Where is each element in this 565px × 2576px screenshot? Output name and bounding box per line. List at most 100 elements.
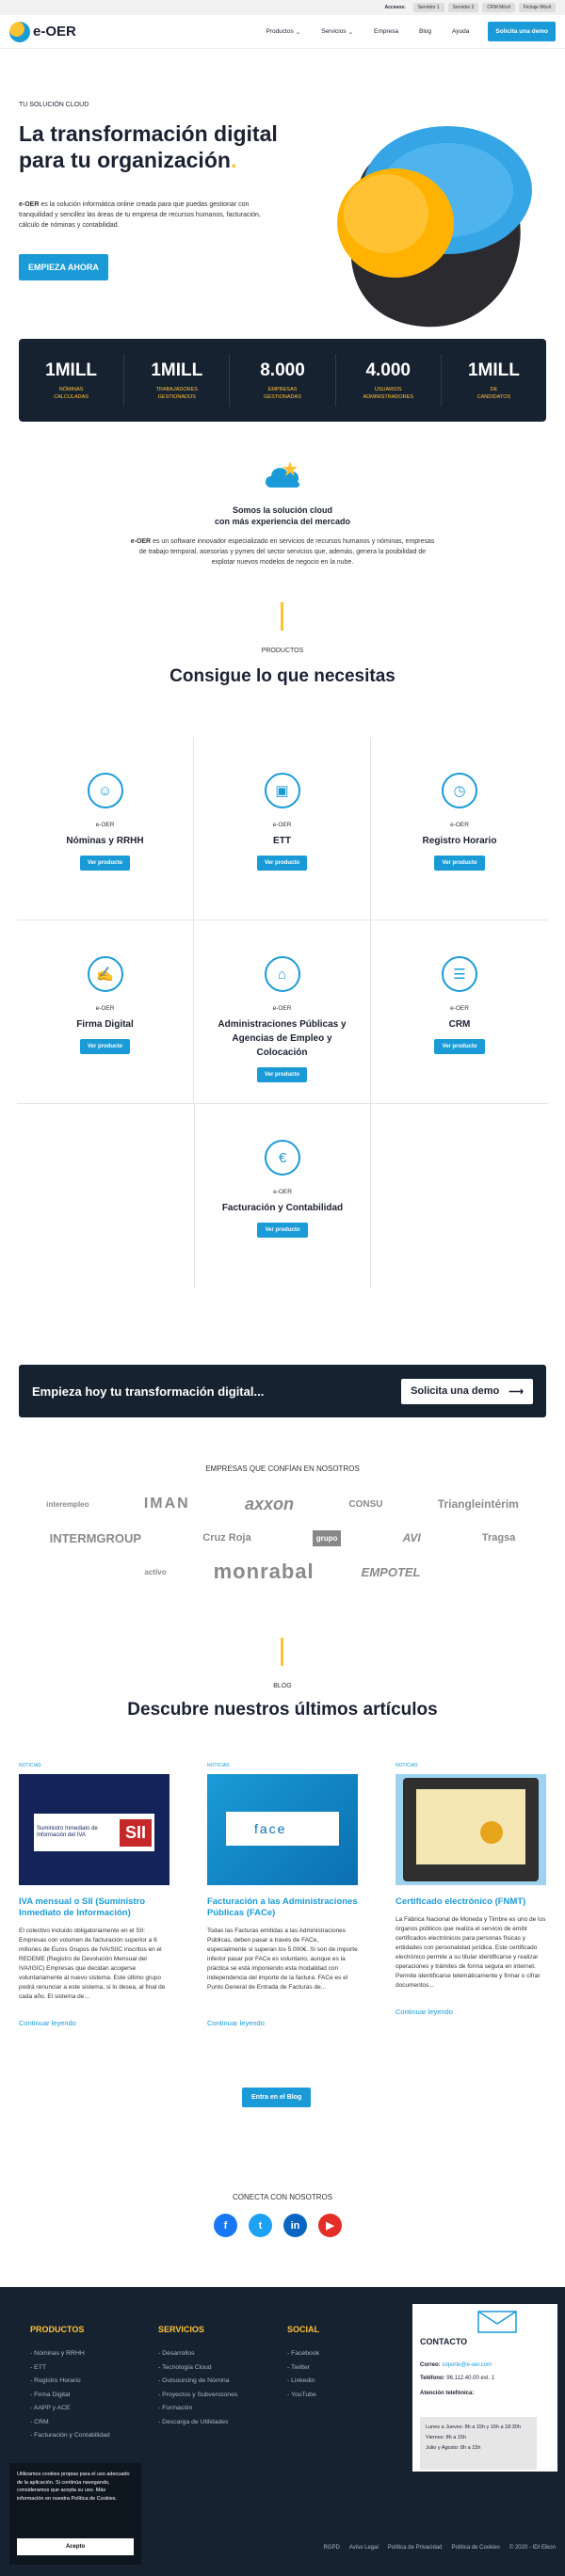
- products-title: Consigue lo que necesitas: [170, 666, 396, 686]
- request-demo-button[interactable]: Solicita una demo: [488, 22, 556, 41]
- hours-line: Viernes: 8h a 15h: [426, 2435, 467, 2440]
- hero-section: TU SOLUCIÓN CLOUD La transformación digi…: [0, 49, 565, 331]
- view-product-button[interactable]: Ver producto: [434, 856, 485, 871]
- blog-title: Descubre nuestros últimos artículos: [127, 1700, 438, 1720]
- sii-card: Suministro Inmediato de Información del …: [34, 1814, 154, 1851]
- footer-link[interactable]: - Formación: [158, 2402, 237, 2416]
- post-image[interactable]: [396, 1774, 546, 1885]
- certificate-paper: [416, 1789, 525, 1864]
- footer-link[interactable]: - ETT: [30, 2361, 110, 2376]
- legal-link-privacidad[interactable]: Política de Privacidad: [388, 2545, 443, 2551]
- blog-post-card: NOTICIAS Suministro Inmediato de Informa…: [19, 1763, 170, 2027]
- linkedin-icon[interactable]: in: [283, 2214, 307, 2237]
- read-more-link[interactable]: Continuar leyendo: [207, 2019, 358, 2027]
- contact-phone: Teléfono: 96.112.40.00 ext. 1: [420, 2376, 494, 2381]
- read-more-link[interactable]: Continuar leyendo: [396, 2008, 546, 2016]
- stat-label-line-2: CALCULADAS: [54, 393, 89, 400]
- stat-label-line-1: DE: [490, 386, 498, 392]
- view-product-button[interactable]: Ver producto: [257, 1223, 308, 1238]
- nav-item-productos[interactable]: Productos ⌄: [266, 28, 300, 36]
- banner-demo-button[interactable]: Solicita una demo ⟶: [401, 1378, 533, 1404]
- post-title[interactable]: Certificado electrónico (FNMT): [396, 1896, 546, 1908]
- access-link-fichaje-mobile[interactable]: Fichaje Móvil: [518, 3, 556, 12]
- stat-label-line-2: GESTIONADOS: [157, 393, 196, 400]
- client-logo: EMPOTEL: [361, 1564, 421, 1579]
- intro-brand: e-OER: [130, 538, 152, 545]
- cookie-accept-button[interactable]: Acepto: [17, 2538, 134, 2555]
- client-logo: AVI: [402, 1531, 421, 1544]
- access-link-server-2[interactable]: Servidor 2: [447, 3, 479, 12]
- read-more-link[interactable]: Continuar leyendo: [19, 2019, 170, 2027]
- footer-link[interactable]: - YouTube: [287, 2389, 319, 2403]
- post-category[interactable]: NOTICIAS: [396, 1763, 546, 1768]
- nav-item-ayuda[interactable]: Ayuda: [452, 28, 469, 36]
- client-logo: actívo: [144, 1567, 167, 1576]
- footer-link-label: ETT: [34, 2363, 46, 2371]
- person-icon: ☺: [87, 773, 123, 808]
- site-logo[interactable]: e-OER: [9, 21, 76, 42]
- footer-link[interactable]: - Facebook: [287, 2347, 319, 2361]
- certificate-seal-icon: [480, 1821, 503, 1844]
- footer-col-title: SOCIAL: [287, 2325, 320, 2334]
- view-product-button[interactable]: Ver producto: [79, 1039, 130, 1054]
- client-logo: Triangleintérim: [437, 1497, 519, 1511]
- footer-link[interactable]: - Desarrollos: [158, 2347, 237, 2361]
- post-image[interactable]: face: [207, 1774, 358, 1885]
- invoice-icon: €: [265, 1140, 300, 1176]
- access-link-server-1[interactable]: Servidor 1: [412, 3, 444, 12]
- footer-link[interactable]: - Twitter: [287, 2361, 319, 2376]
- legal-link-cookies[interactable]: Política de Cookies: [452, 2545, 500, 2551]
- stat-label-line-1: NÓMINAS: [58, 386, 84, 392]
- hero-description-text: es la solución informática online creada…: [19, 201, 261, 229]
- view-product-button[interactable]: Ver producto: [79, 856, 130, 871]
- access-link-crm-mobile[interactable]: CRM Móvil: [482, 3, 515, 12]
- view-product-button[interactable]: Ver producto: [256, 856, 307, 871]
- footer-link-label: Desarrollos: [162, 2350, 195, 2357]
- footer-link-label: Linkedin: [291, 2377, 315, 2384]
- footer-link-label: Facturación y Contabilidad: [34, 2432, 110, 2439]
- footer-link[interactable]: - Nóminas y RRHH: [30, 2347, 110, 2361]
- nav-item-servicios[interactable]: Servicios ⌄: [321, 28, 353, 36]
- chevron-down-icon: ⌄: [347, 28, 354, 36]
- post-title[interactable]: IVA mensual o SII (Suministro Inmediato …: [19, 1896, 170, 1919]
- footer-link[interactable]: - Firma Digital: [30, 2389, 110, 2403]
- footer-link[interactable]: - Descarga de Utilidades: [158, 2416, 237, 2430]
- start-now-button[interactable]: EMPIEZA AHORA: [19, 254, 108, 280]
- stat-label-line-1: USUARIOS: [374, 386, 402, 392]
- nav-item-empresa[interactable]: Empresa: [374, 28, 398, 36]
- client-logo: INTERMGROUP: [49, 1530, 142, 1545]
- footer-link[interactable]: - CRM: [30, 2416, 110, 2430]
- stat-label: EMPRESAS GESTIONADAS: [230, 386, 334, 401]
- youtube-icon[interactable]: ▶: [318, 2214, 342, 2237]
- footer-link[interactable]: - Outsourcing de Nómina: [158, 2375, 237, 2389]
- chevron-down-icon: ⌄: [295, 28, 301, 36]
- view-product-button[interactable]: Ver producto: [434, 1039, 485, 1054]
- product-card: ⌂ e-OER Administraciones Públicas y Agen…: [194, 920, 371, 1103]
- footer-link[interactable]: - AAPP y ACE: [30, 2402, 110, 2416]
- footer-link-label: Facebook: [291, 2350, 320, 2357]
- product-subtitle: e-OER: [272, 1005, 292, 1012]
- nav-item-blog[interactable]: Blog: [419, 28, 431, 36]
- post-image[interactable]: Suministro Inmediato de Información del …: [19, 1774, 170, 1885]
- footer-link-label: YouTube: [291, 2391, 316, 2398]
- contact-mail-link[interactable]: soporte@e-oer.com: [442, 2362, 492, 2368]
- footer-link[interactable]: - Proyectos y Subvenciones: [158, 2389, 237, 2403]
- facebook-icon[interactable]: f: [214, 2214, 237, 2237]
- footer-link[interactable]: - Linkedin: [287, 2375, 319, 2389]
- post-category[interactable]: NOTICIAS: [19, 1763, 170, 1768]
- footer-link[interactable]: - Tecnología Cloud: [158, 2361, 237, 2376]
- footer-link[interactable]: - Registro Horario: [30, 2375, 110, 2389]
- view-product-button[interactable]: Ver producto: [256, 1067, 307, 1082]
- footer-link-label: Nóminas y RRHH: [34, 2350, 85, 2357]
- blog-button[interactable]: Entra en el Blog: [242, 2088, 312, 2107]
- legal-link-aviso[interactable]: Aviso Legal: [349, 2545, 379, 2551]
- footer-link[interactable]: - Facturación y Contabilidad: [30, 2429, 110, 2443]
- client-logo: CONSU: [348, 1498, 383, 1510]
- post-title[interactable]: Facturación a las Administraciones Públi…: [207, 1896, 358, 1919]
- twitter-icon[interactable]: t: [249, 2214, 272, 2237]
- post-category[interactable]: NOTICIAS: [207, 1763, 358, 1768]
- stat-item: 8.000 EMPRESAS GESTIONADAS: [230, 354, 336, 407]
- legal-link-rgpd[interactable]: RGPD: [324, 2545, 340, 2551]
- post-excerpt: La Fábrica Nacional de Moneda y Timbre e…: [396, 1916, 546, 1989]
- footer-link-label: Formación: [162, 2405, 193, 2411]
